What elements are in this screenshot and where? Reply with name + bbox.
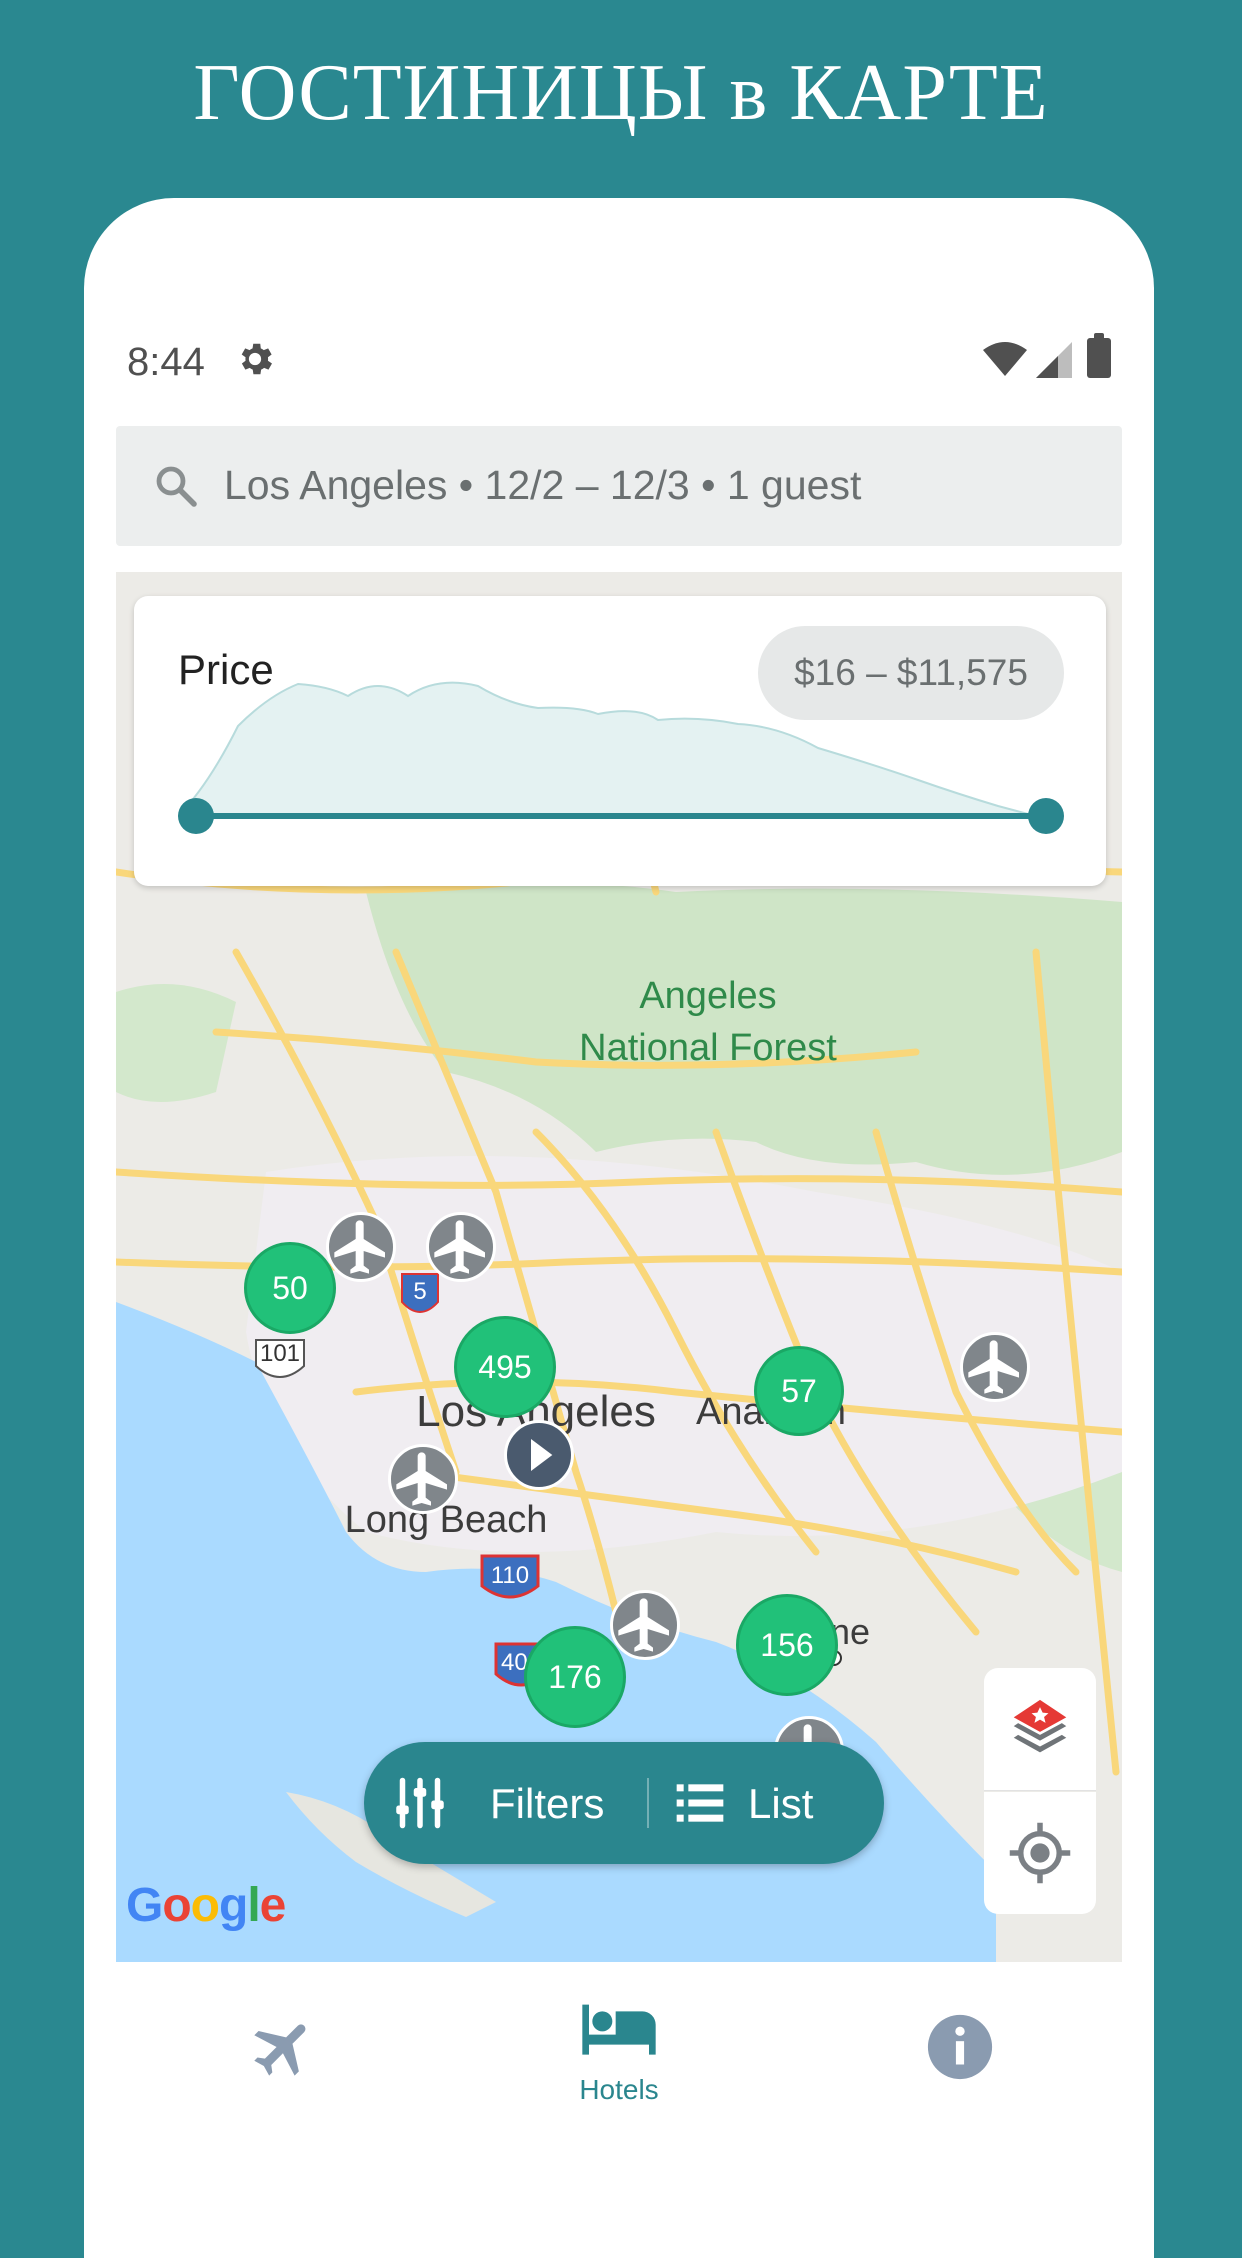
my-location-icon [1009,1822,1071,1884]
sliders-icon [396,1777,444,1829]
price-slider-max-thumb[interactable] [1028,798,1064,834]
hotel-cluster[interactable]: 50 [244,1242,336,1334]
airport-marker[interactable] [610,1590,680,1660]
list-label: List [748,1780,814,1827]
airplane-icon [434,1220,485,1274]
nav-hotels[interactable]: Hotels [519,1962,719,2162]
svg-text:110: 110 [491,1562,529,1589]
nav-hotels-label: Hotels [579,2074,659,2105]
price-slider-min-thumb[interactable] [178,798,214,834]
filters-label: Filters [490,1780,605,1827]
airplane-icon [618,1598,669,1652]
price-range-badge: $16 – $11,575 [758,626,1064,720]
layers-icon [1013,1699,1067,1753]
cluster-count: 50 [272,1270,308,1306]
map-actions-pill: Filters List [364,1742,884,1864]
cluster-count: 495 [478,1349,532,1385]
map-label-forest-1: Angeles [639,975,776,1017]
svg-text:5: 5 [413,1278,426,1305]
hotel-cluster[interactable]: 176 [524,1626,626,1728]
price-slider-track[interactable] [196,813,1048,819]
status-time: 8:44 [127,340,205,384]
airport-marker[interactable] [388,1444,458,1514]
price-label: Price [178,646,274,693]
list-button[interactable]: List [664,1742,864,1864]
price-filter-card: Price $16 – $11,575 [134,596,1106,886]
airplane-icon [334,1220,385,1274]
gear-icon [241,343,272,375]
map-label-forest-2: National Forest [579,1027,837,1069]
promo-title: ГОСТИНИЦЫ в КАРТЕ [193,49,1049,137]
nav-flights[interactable] [184,1962,384,2162]
filters-button[interactable]: Filters [390,1742,630,1864]
status-bar: 8:44 [84,328,1154,398]
hotel-cluster[interactable]: 495 [454,1316,556,1418]
cluster-count: 156 [760,1627,814,1663]
info-icon [927,2014,993,2080]
hotel-cluster[interactable]: 57 [754,1346,844,1436]
svg-text:101: 101 [260,1340,300,1367]
layers-button[interactable] [984,1668,1096,1791]
airplane-icon [968,1340,1019,1394]
search-bar[interactable]: Los Angeles • 12/2 – 12/3 • 1 guest [116,426,1122,546]
airport-marker[interactable] [326,1212,396,1282]
airport-marker[interactable] [960,1332,1030,1402]
nav-info[interactable] [860,1962,1060,2162]
my-location-button[interactable] [984,1792,1096,1914]
bed-icon [582,2004,656,2055]
search-icon [156,466,197,507]
selected-place-marker[interactable] [504,1420,574,1490]
map-view[interactable]: Angeles National Forest Los Angeles Anah… [116,572,1122,1962]
list-icon [676,1784,724,1822]
pill-divider [647,1778,649,1828]
airplane-icon [254,2024,306,2076]
signal-icon [1036,342,1072,378]
search-summary: Los Angeles • 12/2 – 12/3 • 1 guest [224,462,862,508]
cluster-count: 57 [781,1373,817,1409]
airplane-icon [396,1452,447,1506]
battery-icon [1087,333,1111,378]
airport-marker[interactable] [426,1212,496,1282]
play-icon [531,1439,553,1471]
bottom-navigation: Hotels [84,1962,1154,2162]
cluster-count: 176 [548,1659,602,1695]
phone-frame: 8:44 Los Angeles • 12/2 – 12/3 • 1 guest [84,198,1154,2258]
hotel-cluster[interactable]: 156 [736,1594,838,1696]
google-logo: Google [126,1879,286,1932]
wifi-icon [983,342,1027,376]
